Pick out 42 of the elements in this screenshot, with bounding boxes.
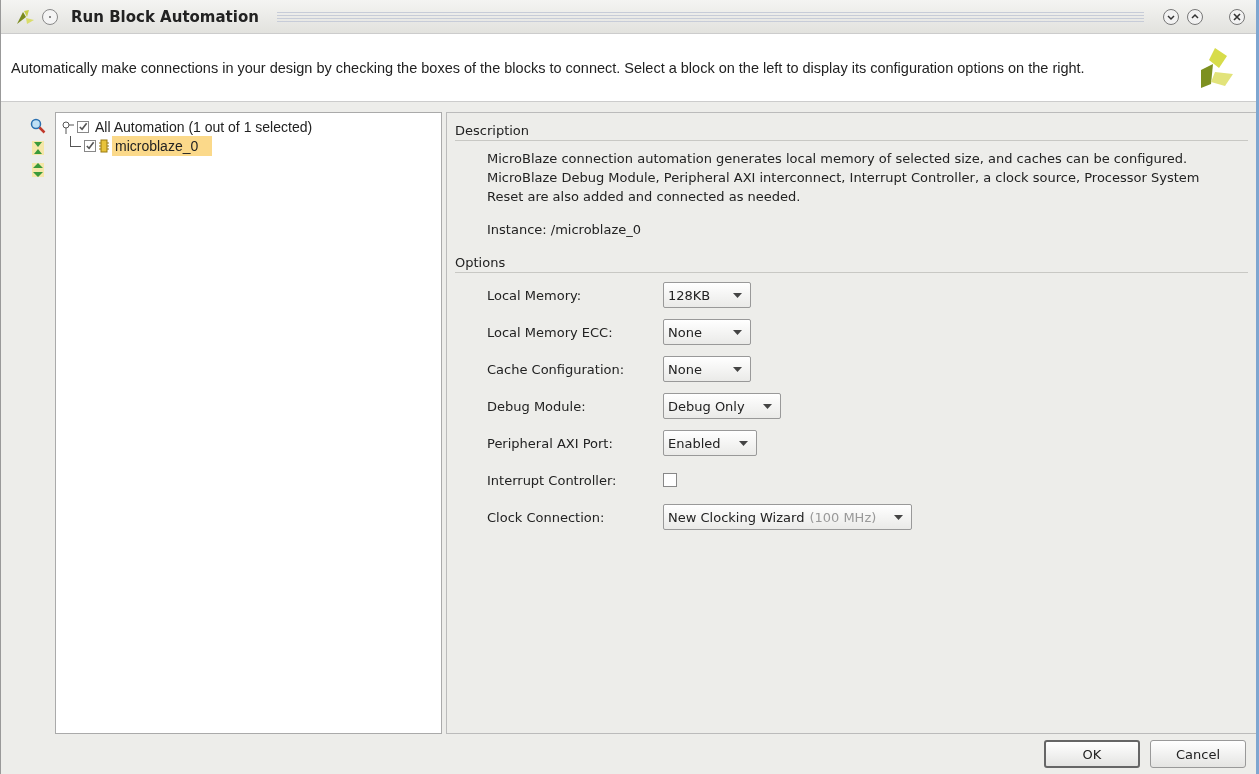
option-label: Clock Connection: — [487, 509, 606, 525]
collapse-icon[interactable] — [1162, 7, 1180, 26]
logo-icon — [15, 7, 35, 26]
caret-icon — [733, 292, 742, 298]
ok-button[interactable]: OK — [1044, 740, 1140, 768]
dropdown[interactable]: Debug Only — [663, 393, 781, 419]
close-icon[interactable] — [1228, 7, 1246, 26]
caret-icon — [733, 366, 742, 372]
section-heading: Options — [455, 255, 507, 272]
option-label: Local Memory: — [487, 287, 583, 303]
section-heading: Description — [455, 123, 531, 140]
search-icon[interactable] — [30, 118, 46, 134]
caret-icon — [733, 329, 742, 335]
expand-all-icon[interactable] — [31, 162, 45, 178]
tree-item[interactable]: All Automation (1 out of 1 selected) — [92, 118, 316, 135]
circle-button-icon[interactable] — [41, 7, 59, 26]
caret-icon — [894, 514, 904, 520]
dropdown[interactable]: Enabled — [663, 430, 757, 456]
tree-expander-icon[interactable] — [62, 119, 74, 134]
caret-icon — [738, 440, 748, 446]
dropdown[interactable]: 128KB — [663, 282, 751, 308]
option-label: Cache Configuration: — [487, 361, 626, 377]
expand-icon[interactable] — [1186, 7, 1204, 26]
header-text: Automatically make connections in your design by checking the boxes of the blocks to connect. Select a block on the left to display its configuration options on the right. — [11, 58, 1086, 78]
option-label: Peripheral AXI Port: — [487, 435, 614, 451]
caret-icon — [762, 403, 772, 409]
dropdown[interactable]: None — [663, 319, 751, 345]
instance-text: Instance: /microblaze_0 — [487, 221, 643, 239]
tree-item[interactable]: microblaze_0 — [112, 135, 213, 156]
description-text: MicroBlaze connection automation generates local memory of selected size, and caches can be configured. MicroBlaze Debug Module, Peripheral AXI interconnect, Interrupt Controller, a clock source, Processor System Reset are also added and connected as needed. — [487, 150, 1201, 206]
window-title: Run Block Automation — [71, 7, 259, 26]
cancel-button[interactable]: Cancel — [1150, 740, 1246, 768]
checkbox[interactable] — [84, 139, 96, 152]
option-label: Debug Module: — [487, 398, 587, 414]
checkbox[interactable] — [77, 120, 89, 133]
checkbox[interactable] — [663, 473, 677, 487]
option-label: Interrupt Controller: — [487, 472, 618, 488]
collapse-all-icon[interactable] — [31, 140, 45, 156]
dropdown[interactable]: New Clocking Wizard (100 MHz) — [663, 504, 913, 530]
chip-icon — [99, 138, 109, 153]
option-label: Local Memory ECC: — [487, 324, 614, 340]
dropdown[interactable]: None — [663, 356, 751, 382]
